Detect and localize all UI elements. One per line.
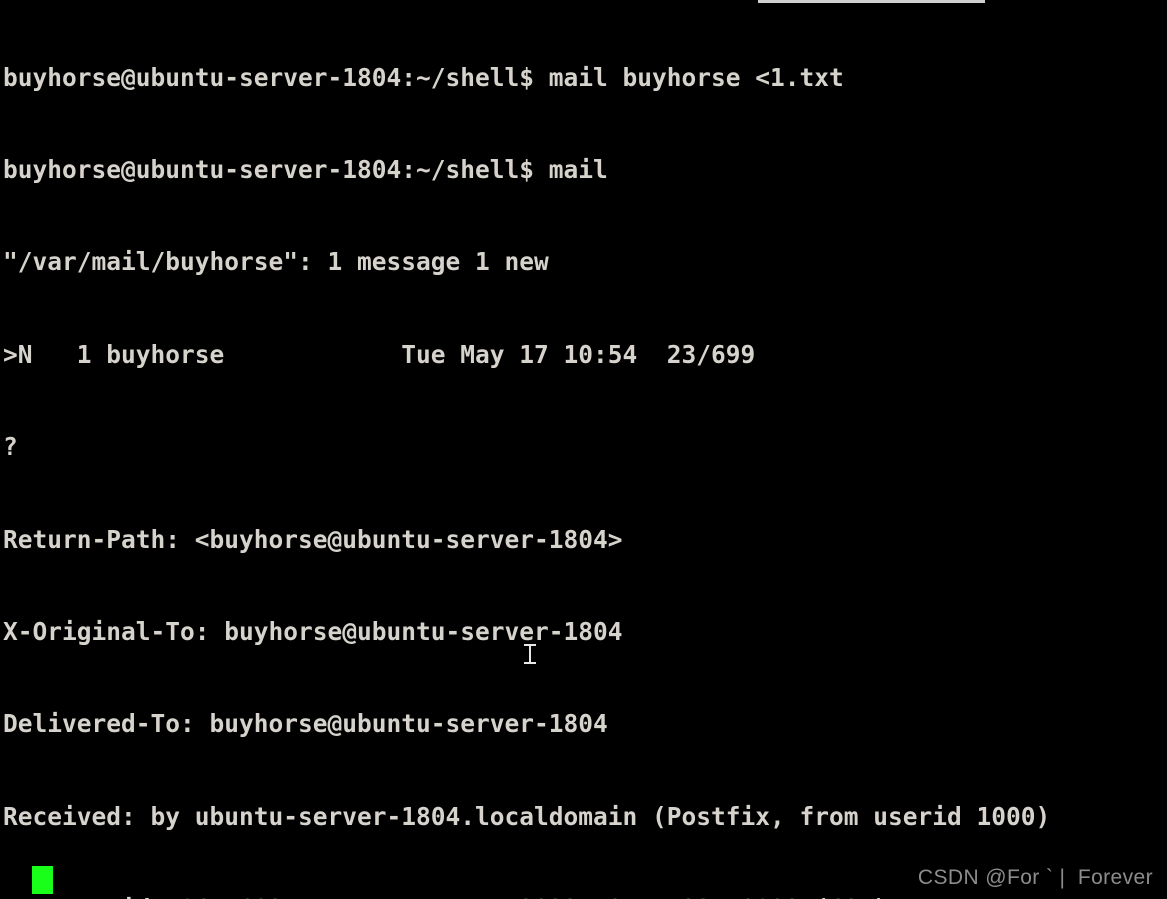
terminal-line: ? [3,432,18,462]
ibeam-stem [529,645,531,663]
terminal-line: id 18CBB602AB; Tue, 17 May 2022 10:54:33… [3,894,1167,899]
ibeam-cap-bottom [524,662,536,664]
terminal-line: >N 1 buyhorse Tue May 17 10:54 23/699 [3,339,756,369]
terminal-line: "/var/mail/buyhorse": 1 message 1 new [3,247,549,277]
terminal-line: buyhorse@ubuntu-server-1804:~/shell$ mai… [3,62,844,92]
mouse-ibeam-pointer-icon [524,643,536,665]
terminal-line: buyhorse@ubuntu-server-1804:~/shell$ mai… [3,154,608,184]
terminal-screen[interactable]: buyhorse@ubuntu-server-1804:~/shell$ mai… [0,0,1167,899]
window-edge-artifact [758,0,985,3]
csdn-watermark: CSDN @For ` | Forever [917,866,1153,889]
terminal-line: Return-Path: <buyhorse@ubuntu-server-180… [3,524,623,554]
terminal-line: Delivered-To: buyhorse@ubuntu-server-180… [3,709,608,739]
terminal-line: Received: by ubuntu-server-1804.localdom… [3,801,1051,831]
terminal-cursor [32,866,53,894]
terminal-line: X-Original-To: buyhorse@ubuntu-server-18… [3,616,623,646]
